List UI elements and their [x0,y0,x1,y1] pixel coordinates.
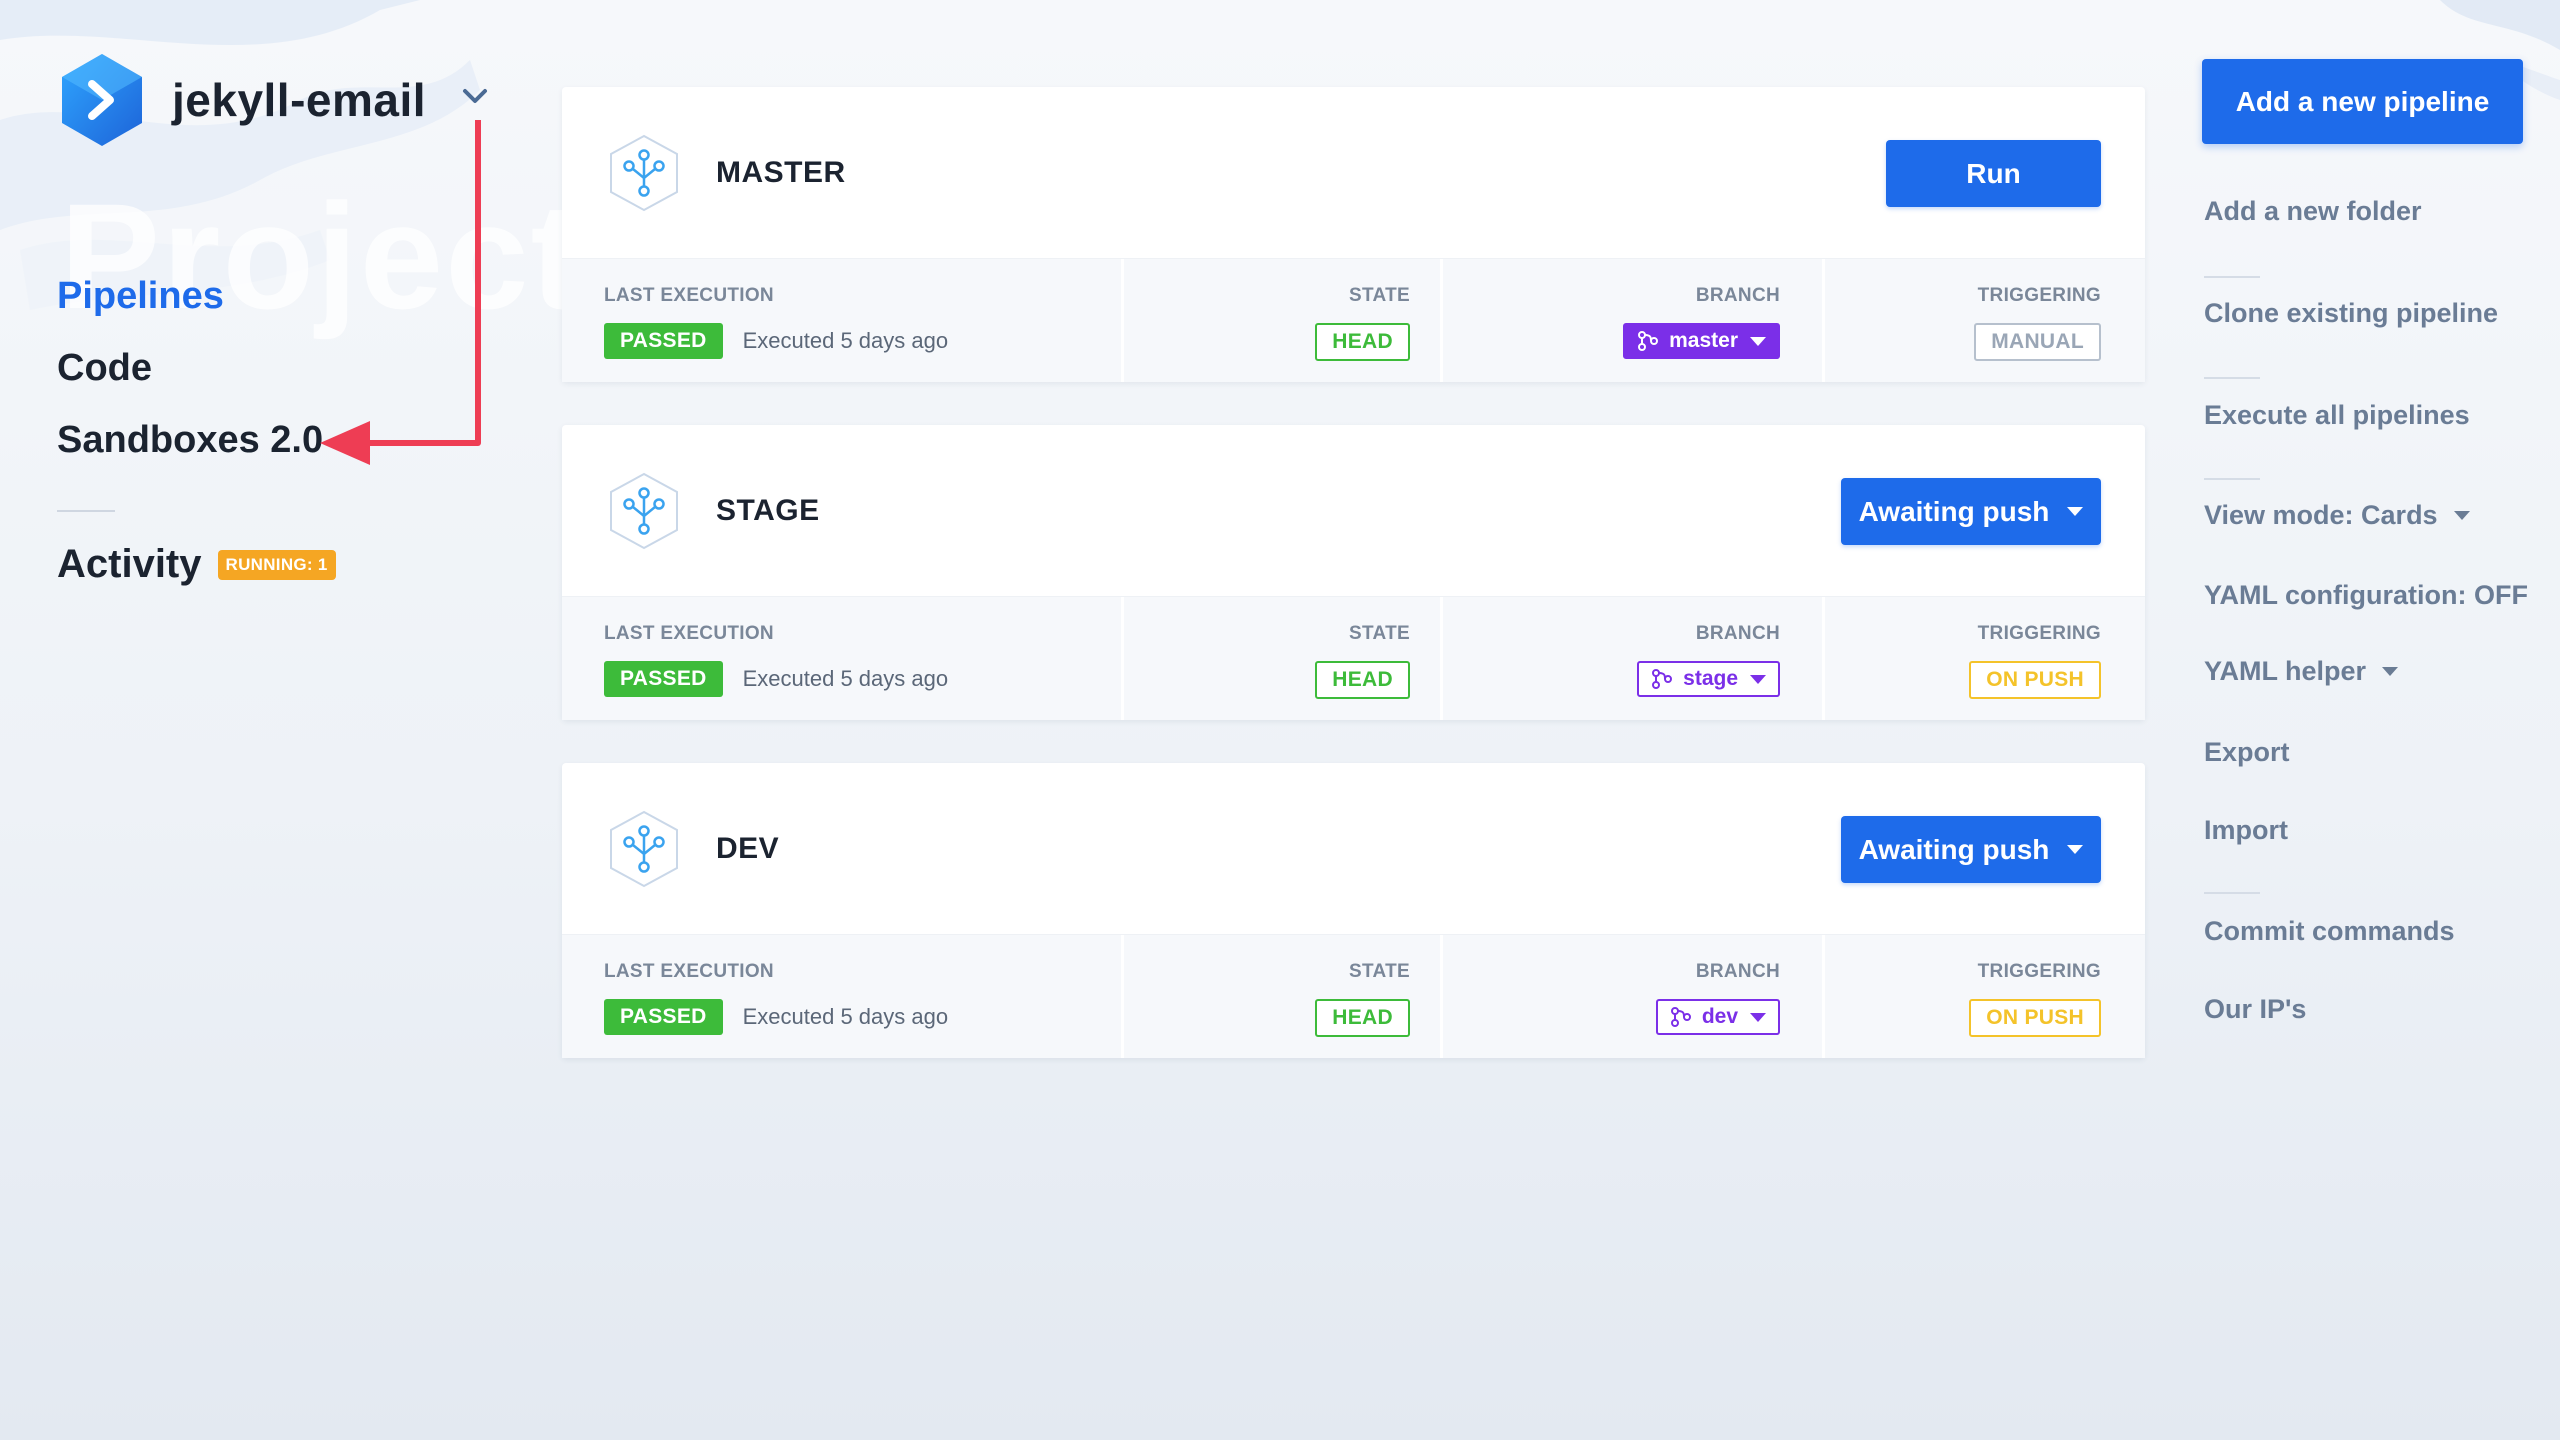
execute-all-link[interactable]: Execute all pipelines [2204,400,2470,431]
awaiting-push-button[interactable]: Awaiting push [1841,478,2101,545]
export-link[interactable]: Export [2204,737,2290,768]
branch-icon [1670,1007,1691,1027]
status-badge: PASSED [604,323,723,359]
menu-divider [2204,478,2260,480]
yaml-helper-dropdown[interactable]: YAML helper [2204,656,2399,687]
view-mode-dropdown[interactable]: View mode: Cards [2204,500,2470,531]
branch-label: BRANCH [1695,623,1780,644]
project-nav: Pipelines Code Sandboxes 2.0 Activity RU… [57,268,336,587]
state-badge: HEAD [1315,661,1410,699]
awaiting-push-label: Awaiting push [1858,495,2050,527]
pipeline-name: MASTER [716,155,846,189]
pipeline-card[interactable]: DEV Awaiting push LAST EXECUTION PASSED … [562,763,2145,1058]
chevron-down-icon[interactable] [460,84,490,108]
state-label: STATE [1349,623,1410,644]
caret-down-icon [2067,845,2084,854]
branch-icon [1652,669,1673,689]
nav-divider [57,510,115,512]
yaml-config-toggle[interactable]: YAML configuration: OFF [2204,580,2528,611]
status-badge: PASSED [604,661,723,697]
caret-down-icon [1750,1012,1766,1022]
last-execution-label: LAST EXECUTION [604,285,774,306]
state-badge: HEAD [1315,999,1410,1037]
project-header[interactable]: jekyll-email [56,50,426,150]
pipeline-icon [610,810,678,887]
branch-name: dev [1701,1005,1738,1028]
pipeline-card[interactable]: MASTER Run LAST EXECUTION PASSED Execute… [562,87,2145,382]
triggering-badge: MANUAL [1974,323,2101,361]
add-pipeline-label: Add a new pipeline [2235,85,2490,117]
awaiting-push-label: Awaiting push [1858,833,2050,865]
triggering-badge: ON PUSH [1969,999,2101,1037]
menu-divider [2204,276,2260,278]
commit-commands-link[interactable]: Commit commands [2204,916,2455,947]
triggering-label: TRIGGERING [1977,285,2101,306]
pipeline-icon [610,134,678,211]
import-link[interactable]: Import [2204,815,2288,846]
branch-icon [1638,331,1659,351]
clone-pipeline-link[interactable]: Clone existing pipeline [2204,298,2498,329]
nav-item-sandboxes[interactable]: Sandboxes 2.0 [57,412,336,484]
awaiting-push-button[interactable]: Awaiting push [1841,816,2101,883]
menu-divider [2204,377,2260,379]
execution-time[interactable]: Executed 5 days ago [743,328,948,354]
pipeline-icon [610,472,678,549]
run-label: Run [1966,157,2021,189]
state-label: STATE [1349,285,1410,306]
branch-label: BRANCH [1695,961,1780,982]
triggering-label: TRIGGERING [1977,961,2101,982]
state-label: STATE [1349,961,1410,982]
pipeline-name: STAGE [716,493,820,527]
branch-label: BRANCH [1695,285,1780,306]
add-pipeline-button[interactable]: Add a new pipeline [2202,59,2523,144]
nav-item-code[interactable]: Code [57,340,336,412]
menu-divider [2204,892,2260,894]
last-execution-label: LAST EXECUTION [604,623,774,644]
add-folder-link[interactable]: Add a new folder [2204,196,2422,227]
caret-down-icon [2067,507,2084,516]
branch-selector[interactable]: stage [1637,661,1780,697]
our-ips-link[interactable]: Our IP's [2204,994,2306,1025]
triggering-label: TRIGGERING [1977,623,2101,644]
annotation-arrow [320,120,481,465]
yaml-helper-label: YAML helper [2204,656,2367,686]
branch-selector[interactable]: dev [1655,999,1780,1035]
status-badge: PASSED [604,999,723,1035]
caret-down-icon [2453,511,2470,520]
pipeline-card[interactable]: STAGE Awaiting push LAST EXECUTION PASSE… [562,425,2145,720]
last-execution-label: LAST EXECUTION [604,961,774,982]
project-name: jekyll-email [172,74,427,126]
activity-label: Activity [57,542,202,586]
view-mode-label: View mode: Cards [2204,500,2438,530]
run-button[interactable]: Run [1886,140,2101,207]
pipeline-name: DEV [716,831,780,865]
caret-down-icon [1750,336,1766,346]
project-logo-icon [62,54,142,146]
state-badge: HEAD [1315,323,1410,361]
branch-name: stage [1683,667,1738,690]
pipeline-list: MASTER Run LAST EXECUTION PASSED Execute… [562,87,2145,1101]
caret-down-icon [1750,674,1766,684]
nav-item-activity[interactable]: Activity RUNNING: 1 [57,542,336,587]
execution-time[interactable]: Executed 5 days ago [743,1004,948,1030]
execution-time[interactable]: Executed 5 days ago [743,666,948,692]
triggering-badge: ON PUSH [1969,661,2101,699]
caret-down-icon [2382,667,2399,676]
branch-selector[interactable]: master [1623,323,1780,359]
nav-item-pipelines[interactable]: Pipelines [57,268,336,340]
running-badge: RUNNING: 1 [217,549,336,580]
branch-name: master [1669,329,1738,352]
